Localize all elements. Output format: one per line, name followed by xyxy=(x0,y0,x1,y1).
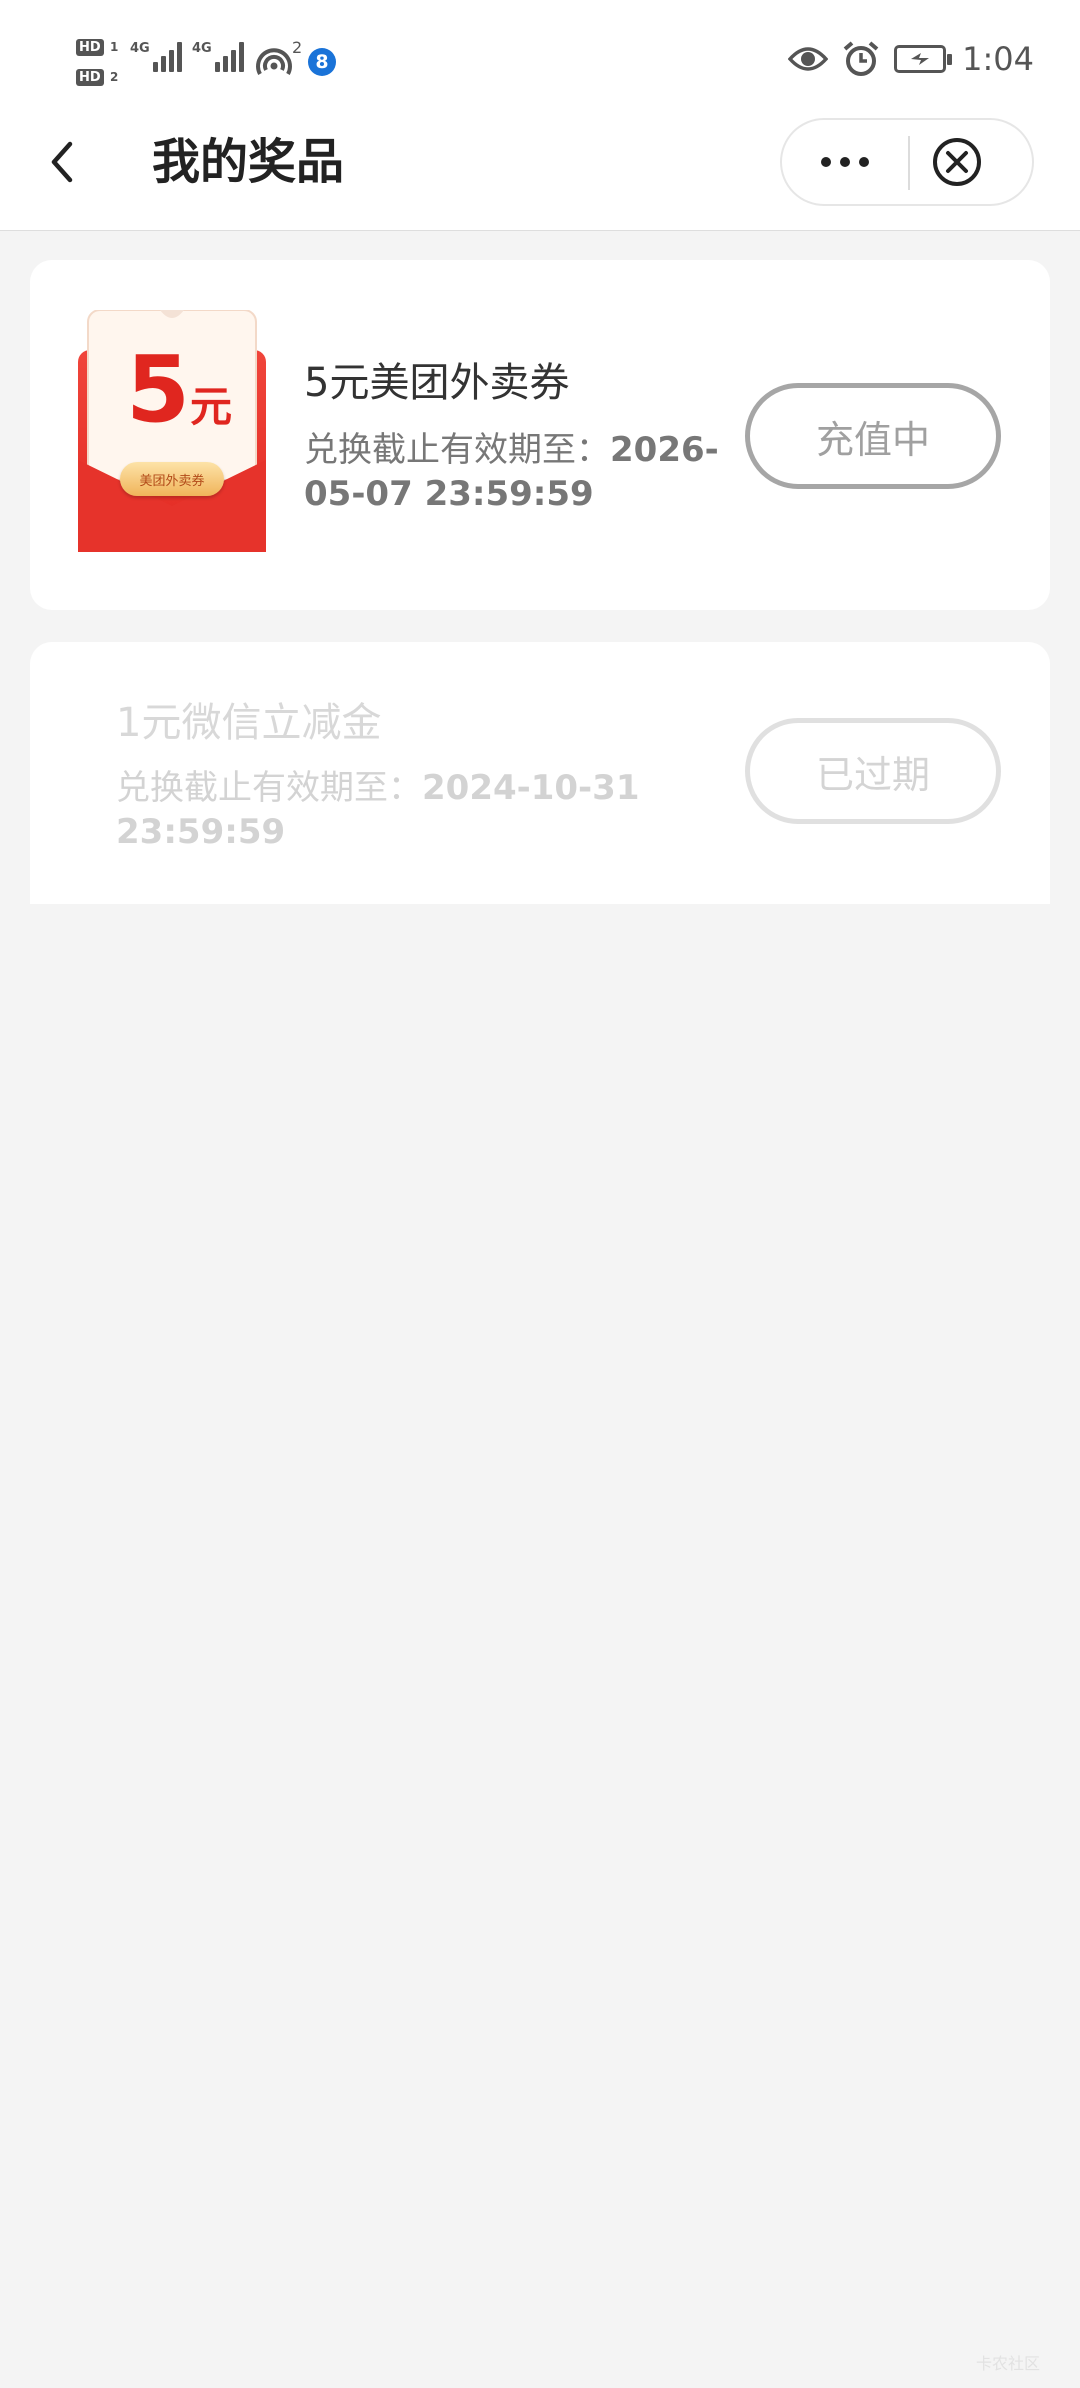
eye-icon xyxy=(788,47,829,71)
coupon-amount: 5 xyxy=(126,336,191,443)
hd1-label: HD xyxy=(76,39,104,56)
page-title: 我的奖品 xyxy=(152,134,345,190)
notification-badge: 8 xyxy=(308,48,336,76)
status-time: 1:04 xyxy=(962,40,1034,78)
status-button-expired[interactable]: 已过期 xyxy=(745,718,1001,824)
more-button[interactable] xyxy=(782,120,908,204)
status-right-icons: 1:04 xyxy=(788,40,1034,78)
close-button[interactable] xyxy=(932,137,982,187)
nav-bar: 我的奖品 xyxy=(0,112,1080,230)
top-header: HD 1 HD 2 4G 4G 2 8 1:04 我的奖品 xyxy=(0,0,1080,231)
prize-expiry: 兑换截止有效期至：2026-05-07 23:59:59 xyxy=(304,428,744,516)
hd-indicator: HD 1 HD 2 xyxy=(76,36,124,94)
coupon-unit: 元 xyxy=(190,382,233,431)
expiry-label: 兑换截止有效期至： xyxy=(304,430,610,470)
hotspot-count: 2 xyxy=(292,38,303,57)
chevron-left-icon xyxy=(51,141,73,183)
close-circle-icon xyxy=(933,138,981,186)
back-button[interactable] xyxy=(40,132,84,192)
network-type-1: 4G xyxy=(130,41,150,56)
signal-1-icon: 4G xyxy=(130,42,185,72)
hd1-sub: 1 xyxy=(110,40,119,54)
more-dots-icon xyxy=(821,157,831,167)
battery-charging-icon xyxy=(894,45,953,73)
alarm-icon xyxy=(843,41,879,76)
signal-2-icon: 4G xyxy=(192,42,247,72)
hd2-label: HD xyxy=(76,69,104,86)
hotspot-icon: 2 xyxy=(254,38,302,80)
hd2-sub: 2 xyxy=(110,70,119,84)
prize-name: 1元微信立减金 xyxy=(116,700,382,746)
status-bar: HD 1 HD 2 4G 4G 2 8 1:04 xyxy=(0,0,1080,130)
coupon-thumbnail: 5元 美团外卖券 xyxy=(78,309,266,552)
capsule-divider xyxy=(908,136,910,190)
coupon-tag: 美团外卖券 xyxy=(120,462,224,496)
prize-card[interactable]: 5元 美团外卖券 5元美团外卖券 兑换截止有效期至：2026-05-07 23:… xyxy=(30,260,1050,610)
prize-expiry: 兑换截止有效期至：2024-10-31 23:59:59 xyxy=(116,766,676,854)
watermark: 卡农社区 xyxy=(975,2354,1040,2373)
prize-card-expired[interactable]: 1元微信立减金 兑换截止有效期至：2024-10-31 23:59:59 已过期 xyxy=(30,642,1050,904)
status-button-recharging[interactable]: 充值中 xyxy=(745,383,1001,489)
expiry-label: 兑换截止有效期至： xyxy=(116,768,422,808)
prize-name: 5元美团外卖券 xyxy=(304,360,570,406)
mini-program-capsule xyxy=(780,118,1034,206)
network-type-2: 4G xyxy=(192,41,212,56)
